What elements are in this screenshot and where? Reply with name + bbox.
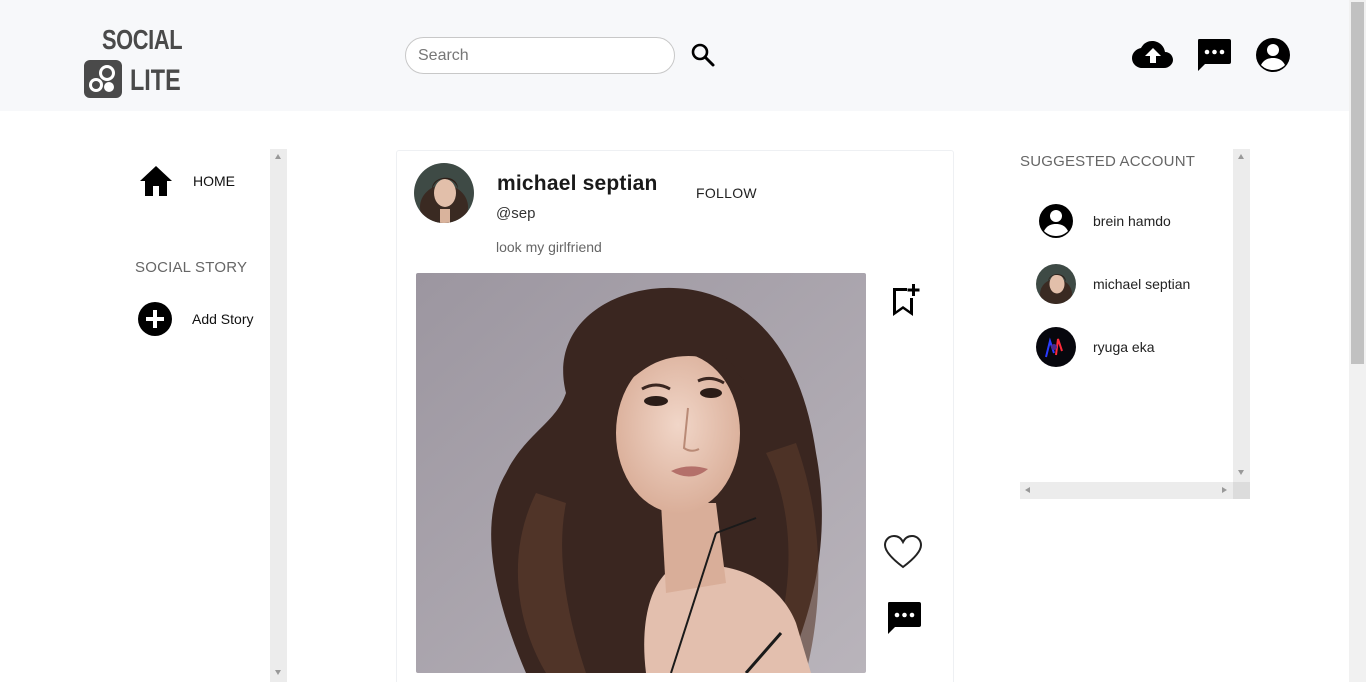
suggested-vertical-scrollbar[interactable]: [1233, 149, 1250, 482]
suggested-account-item[interactable]: brein hamdo: [1036, 201, 1171, 241]
app-logo[interactable]: SOCIAL LITE: [82, 24, 183, 102]
add-story-button[interactable]: Add Story: [138, 302, 253, 336]
add-story-label: Add Story: [192, 311, 254, 327]
account-circle-icon: [1256, 38, 1290, 72]
left-sidebar: [120, 149, 287, 682]
search-button[interactable]: [690, 42, 716, 68]
post-image[interactable]: [416, 273, 866, 673]
comment-icon: [888, 602, 921, 634]
sidebar-scrollbar[interactable]: [270, 149, 287, 682]
page-scrollbar-thumb[interactable]: [1351, 2, 1364, 364]
logo-mark-icon: [84, 60, 122, 98]
scrollbar-corner: [1233, 482, 1250, 499]
search-input[interactable]: [405, 37, 675, 74]
bookmark-add-icon: [893, 284, 920, 316]
bookmark-button[interactable]: [884, 280, 924, 320]
social-story-heading: SOCIAL STORY: [135, 259, 248, 276]
default-avatar-icon: [1036, 201, 1076, 241]
post-author-handle: @sep: [496, 205, 536, 222]
logo-text-social: SOCIAL: [102, 24, 183, 55]
add-circle-icon: [138, 302, 172, 336]
search-icon: [691, 43, 715, 67]
home-label: HOME: [193, 173, 235, 189]
suggested-account-name: ryuga eka: [1093, 339, 1155, 355]
chat-icon: [1198, 39, 1231, 71]
suggested-account-avatar: [1036, 264, 1076, 304]
like-button[interactable]: [882, 532, 924, 572]
suggested-account-name: brein hamdo: [1093, 213, 1171, 229]
suggested-account-item[interactable]: ryuga eka: [1036, 327, 1154, 367]
logo-text-lite: LITE: [130, 64, 181, 97]
home-icon: [140, 166, 172, 196]
account-button[interactable]: [1252, 36, 1294, 74]
comment-button[interactable]: [884, 598, 924, 638]
sidebar-item-home[interactable]: HOME: [138, 163, 235, 199]
author-avatar[interactable]: [414, 163, 474, 223]
suggested-account-name: michael septian: [1093, 276, 1191, 292]
upload-button[interactable]: [1132, 36, 1174, 74]
heart-icon: [883, 534, 923, 569]
post-caption: look my girlfriend: [496, 239, 602, 255]
post-author-name[interactable]: michael septian: [497, 172, 658, 196]
suggested-account-item[interactable]: michael septian: [1036, 264, 1190, 304]
messages-button[interactable]: [1193, 36, 1235, 74]
suggested-accounts-heading: SUGGESTED ACCOUNT: [1020, 153, 1196, 170]
suggested-horizontal-scrollbar[interactable]: [1020, 482, 1233, 499]
follow-button[interactable]: FOLLOW: [696, 185, 757, 201]
suggested-account-avatar: [1036, 327, 1076, 367]
upload-cloud-icon: [1132, 41, 1173, 68]
